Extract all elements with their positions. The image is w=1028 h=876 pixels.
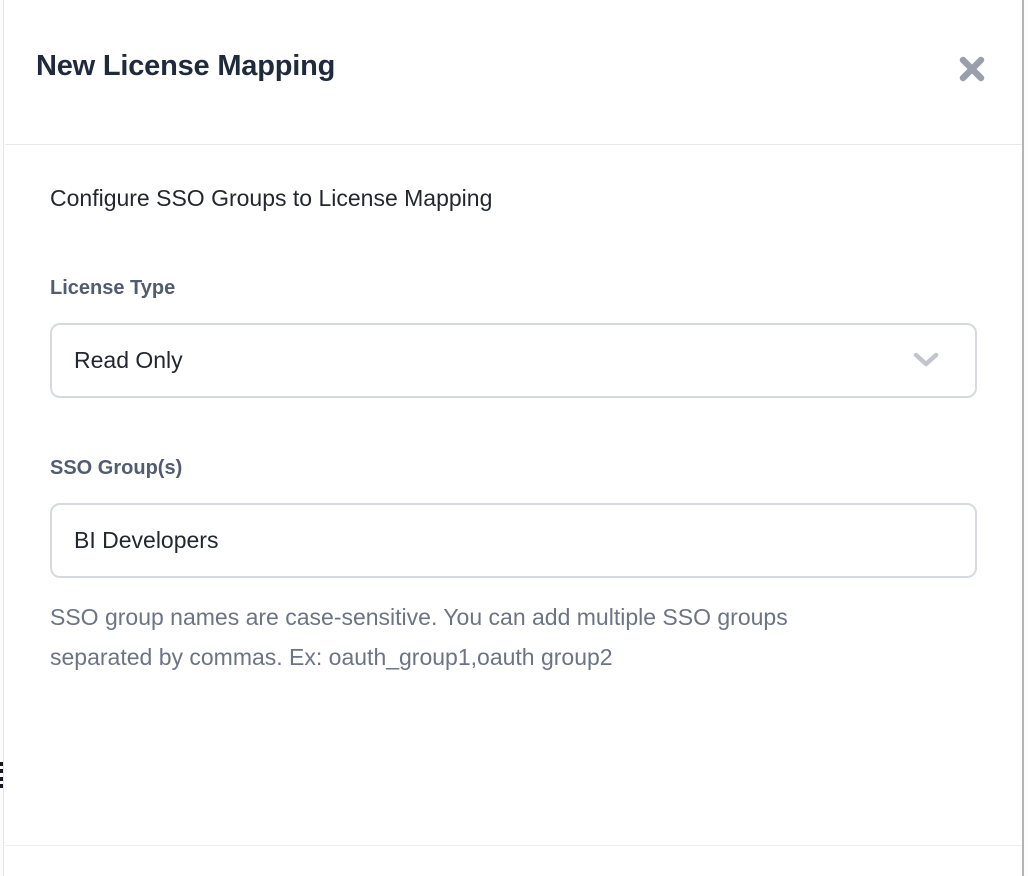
sso-groups-input[interactable]	[50, 503, 977, 578]
helper-line-2: separated by commas. Ex: oauth_group1,oa…	[50, 637, 788, 677]
close-icon	[957, 54, 987, 87]
license-type-select[interactable]: Read Only	[50, 323, 977, 398]
modal-right-border	[1022, 0, 1024, 876]
modal-header: New License Mapping	[5, 0, 1022, 145]
page-edge-right	[1024, 0, 1028, 876]
modal-bottom-divider	[5, 845, 1022, 846]
new-license-mapping-modal: New License Mapping Configure SSO Groups…	[5, 0, 1022, 876]
modal-subtitle: Configure SSO Groups to License Mapping	[50, 185, 492, 212]
license-type-selected-value: Read Only	[74, 347, 183, 374]
chevron-down-icon	[913, 347, 939, 374]
license-type-label: License Type	[50, 277, 175, 300]
page-edge-left	[0, 0, 4, 876]
sso-groups-label: SSO Group(s)	[50, 457, 182, 480]
sso-groups-helper-text: SSO group names are case-sensitive. You …	[50, 597, 788, 677]
background-page-artifact	[0, 762, 3, 788]
close-button[interactable]	[954, 52, 990, 88]
helper-line-1: SSO group names are case-sensitive. You …	[50, 597, 788, 637]
modal-title: New License Mapping	[36, 50, 335, 83]
